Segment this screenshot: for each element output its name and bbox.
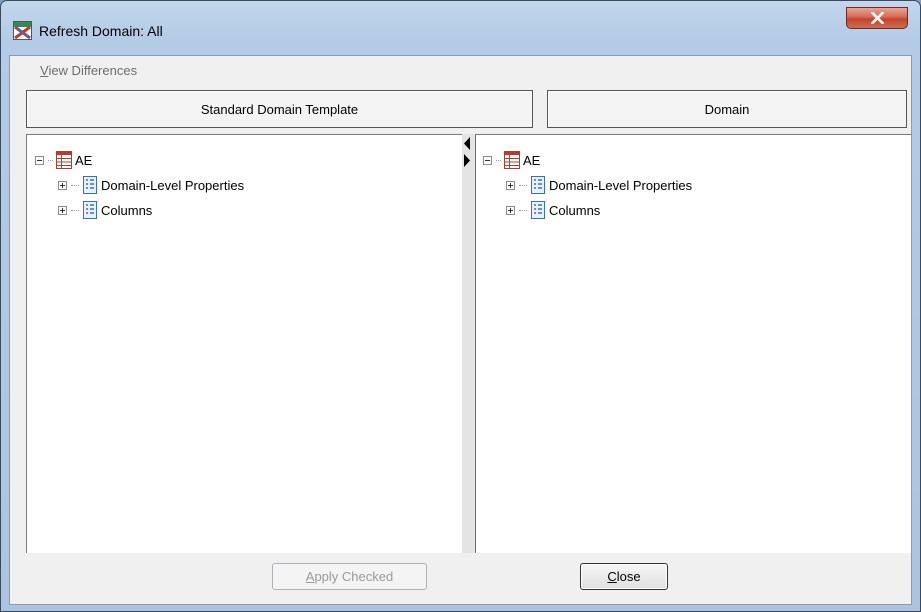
pane-splitter[interactable]: [462, 134, 476, 553]
button-bar: Apply Checked Close: [10, 553, 911, 604]
right-tree-item-columns[interactable]: Columns: [506, 201, 600, 219]
collapse-icon[interactable]: [483, 155, 492, 165]
tree-label-properties: Domain-Level Properties: [549, 177, 693, 193]
left-tree-root[interactable]: AE: [35, 151, 92, 169]
property-list-icon: [531, 201, 545, 219]
right-tree-item-properties[interactable]: Domain-Level Properties: [506, 176, 692, 194]
window-close-button[interactable]: [846, 7, 908, 29]
tree-label-columns: Columns: [101, 202, 153, 218]
expand-icon[interactable]: [58, 205, 67, 215]
left-tree-item-properties[interactable]: Domain-Level Properties: [58, 176, 244, 194]
tree-label-columns: Columns: [549, 202, 601, 218]
menu-view-differences[interactable]: View Differences: [40, 63, 137, 78]
domain-table-icon: [504, 151, 520, 169]
splitter-arrows-icon[interactable]: [462, 136, 472, 170]
right-tree-pane[interactable]: AE Domain-Level Properties Columns: [476, 134, 911, 553]
menu-bar: View Differences: [10, 56, 911, 86]
property-list-icon: [531, 176, 545, 194]
domain-table-icon: [56, 151, 72, 169]
window-title: Refresh Domain: All: [39, 23, 163, 39]
expand-icon[interactable]: [506, 180, 515, 190]
collapse-icon[interactable]: [35, 155, 44, 165]
title-bar[interactable]: Refresh Domain: All: [1, 1, 920, 47]
tree-label-root: AE: [523, 152, 541, 168]
refresh-domain-window: Refresh Domain: All View Differences Sta…: [0, 0, 921, 612]
property-list-icon: [83, 201, 97, 219]
property-list-icon: [83, 176, 97, 194]
header-domain[interactable]: Domain: [547, 90, 907, 128]
close-icon: [871, 12, 884, 24]
header-right-label: Domain: [704, 101, 750, 117]
left-tree-item-columns[interactable]: Columns: [58, 201, 152, 219]
refresh-domain-icon: [13, 21, 32, 40]
apply-checked-button[interactable]: Apply Checked: [272, 563, 427, 590]
expand-icon[interactable]: [506, 205, 515, 215]
header-left-label: Standard Domain Template: [200, 101, 359, 117]
left-tree-pane[interactable]: AE Domain-Level Properties Columns: [26, 134, 462, 553]
expand-icon[interactable]: [58, 180, 67, 190]
right-tree-root[interactable]: AE: [483, 151, 540, 169]
dialog-body: View Differences Standard Domain Templat…: [9, 55, 912, 605]
close-button[interactable]: Close: [580, 563, 668, 590]
tree-label-properties: Domain-Level Properties: [101, 177, 245, 193]
header-standard-domain-template[interactable]: Standard Domain Template: [26, 90, 533, 128]
tree-label-root: AE: [75, 152, 93, 168]
